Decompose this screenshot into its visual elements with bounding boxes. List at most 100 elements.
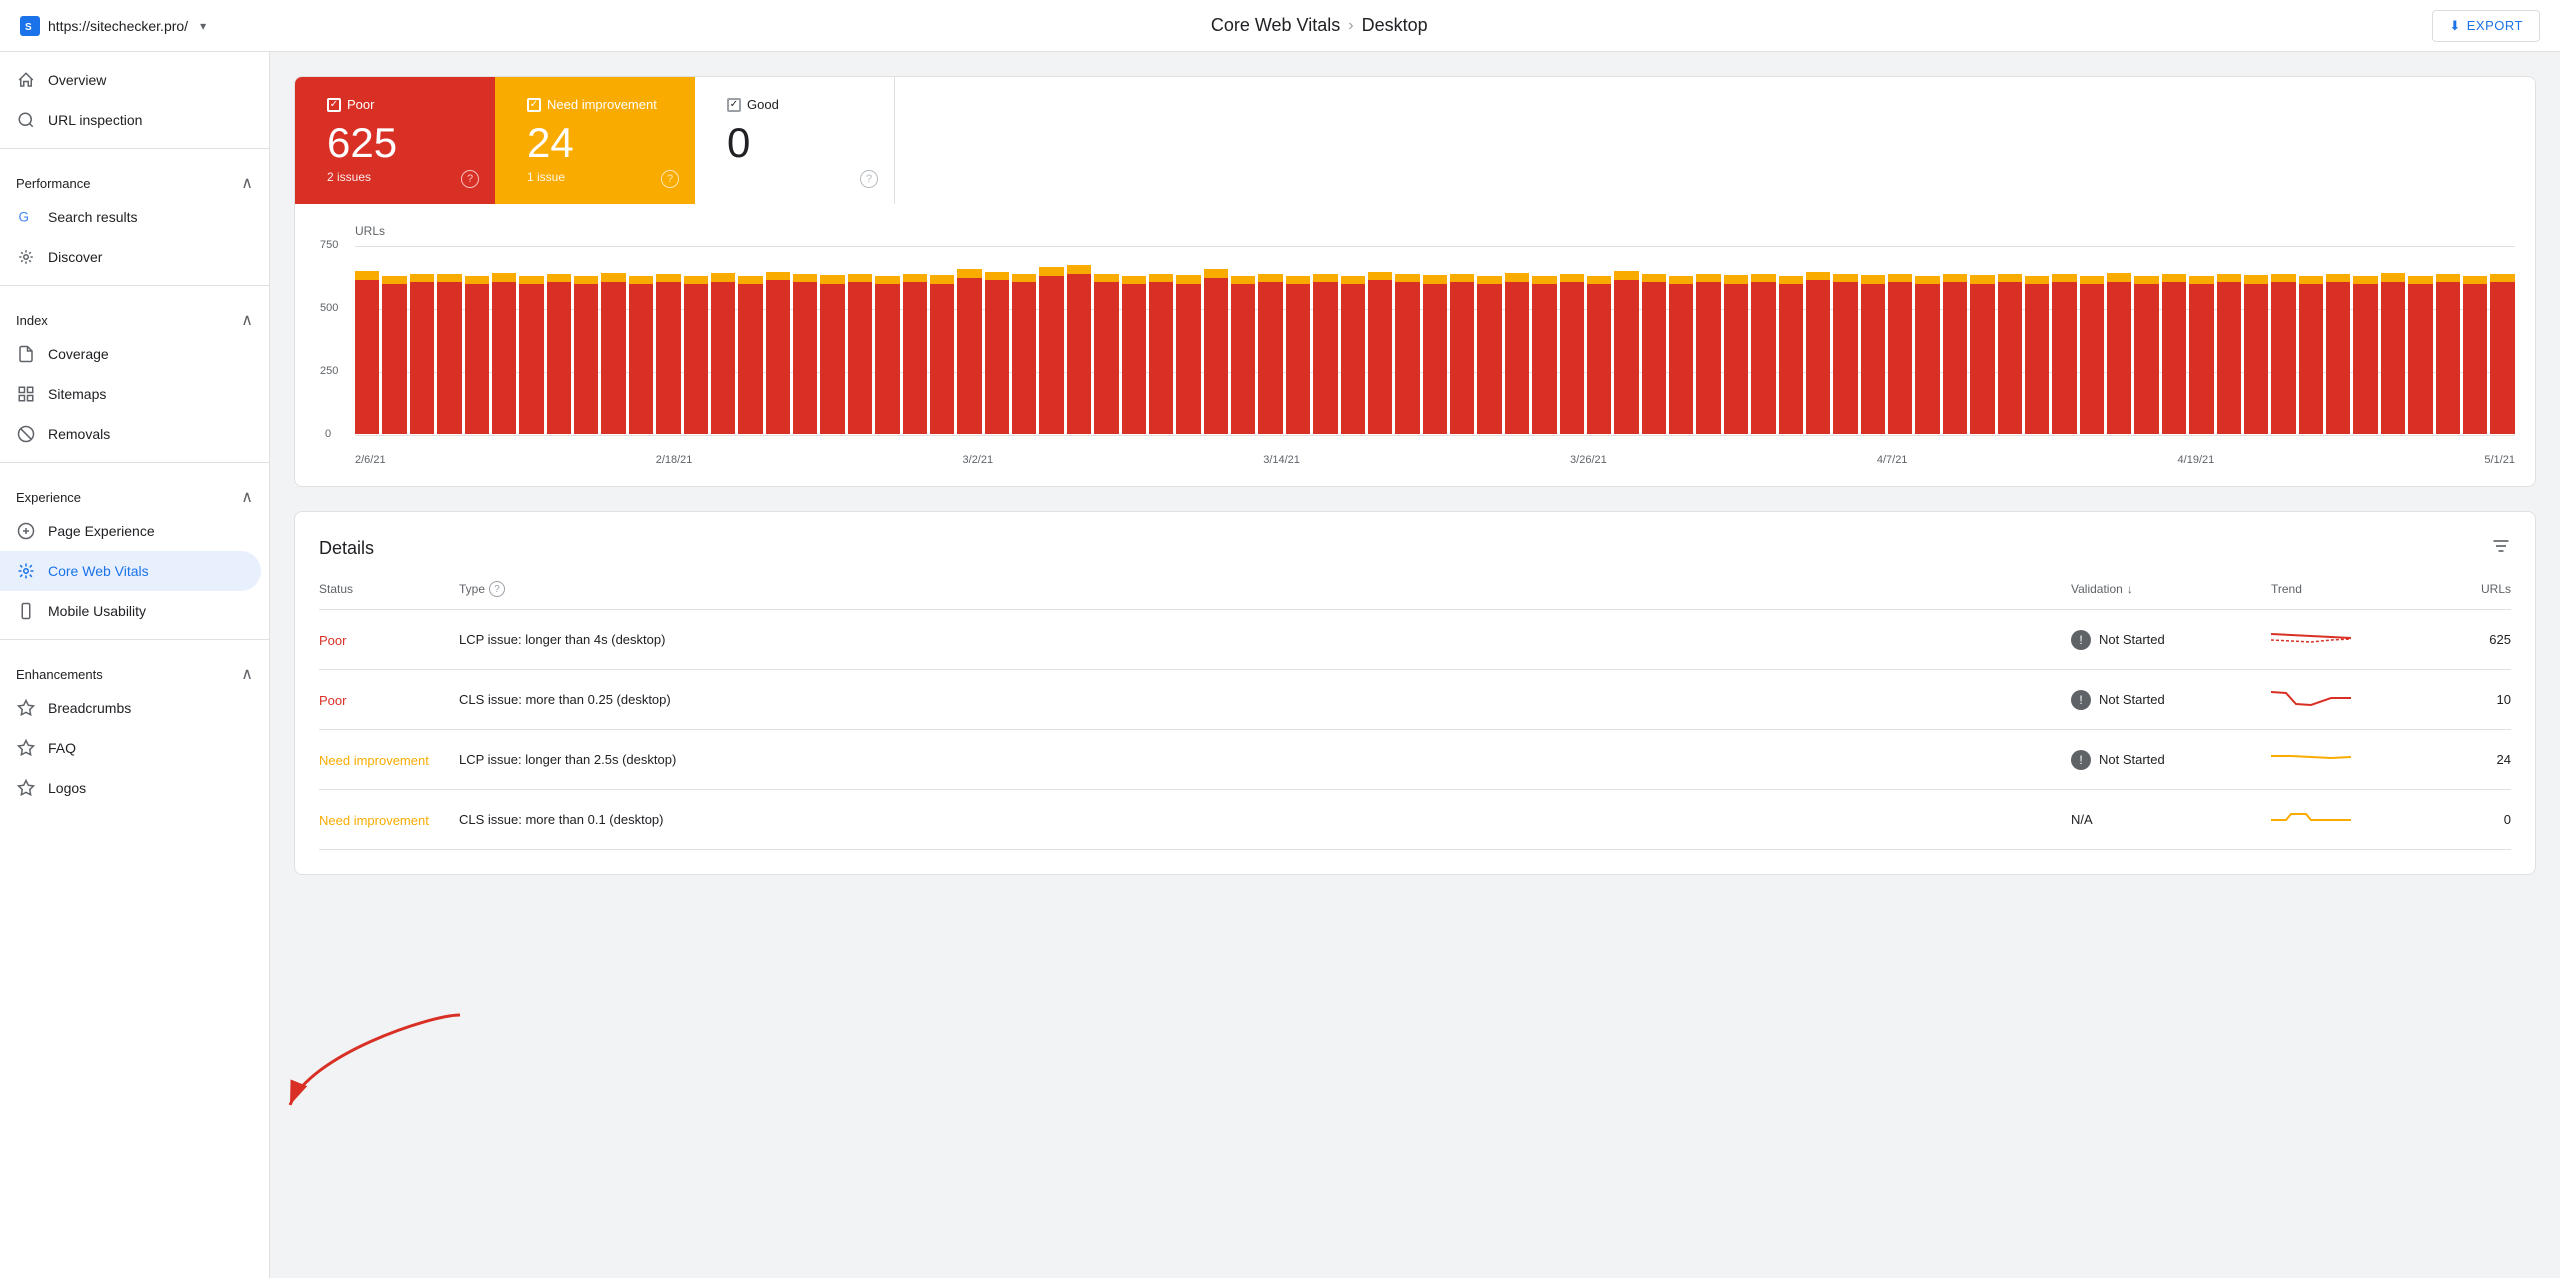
bar-need: [2244, 275, 2268, 284]
need-help-icon[interactable]: ?: [661, 170, 679, 188]
bar-group: [437, 246, 461, 434]
table-row: Poor CLS issue: more than 0.25 (desktop)…: [319, 670, 2511, 730]
bar-need: [1368, 272, 1392, 280]
bar-group: [656, 246, 680, 434]
bar-poor: [1395, 282, 1419, 434]
status-card-good[interactable]: Good 0 ?: [695, 77, 895, 204]
row-trend: [2271, 806, 2431, 833]
validation-sort-icon[interactable]: ↓: [2127, 582, 2133, 596]
breadcrumb-parent: Core Web Vitals: [1211, 15, 1340, 36]
bar-poor: [2299, 284, 2323, 434]
bar-poor: [1450, 282, 1474, 434]
bar-poor: [1560, 282, 1584, 434]
bar-need: [465, 276, 489, 284]
bar-need: [848, 274, 872, 282]
bar-need: [1587, 276, 1611, 284]
bar-group: [1833, 246, 1857, 434]
sidebar-item-breadcrumbs[interactable]: Breadcrumbs: [0, 688, 261, 728]
filter-icon[interactable]: [2491, 536, 2511, 561]
bar-need: [1176, 275, 1200, 284]
bar-poor: [547, 282, 571, 434]
y-label-750: 750: [320, 239, 338, 251]
bar-poor: [382, 284, 406, 434]
table-header: Status Type ? Validation ↓ Trend URLs: [319, 581, 2511, 610]
bar-poor: [1012, 282, 1036, 434]
status-card-need[interactable]: Need improvement 24 1 issue ?: [495, 77, 695, 204]
bar-group: [2217, 246, 2241, 434]
not-started-icon: !: [2071, 750, 2091, 770]
row-validation: ! Not Started: [2071, 690, 2271, 710]
performance-section[interactable]: Performance ∧: [0, 157, 269, 197]
sidebar-item-overview[interactable]: Overview: [0, 60, 261, 100]
bar-poor: [1149, 282, 1173, 434]
overview-label: Overview: [48, 72, 106, 88]
bar-poor: [2463, 284, 2487, 434]
bar-need: [930, 275, 954, 284]
good-label: Good: [727, 97, 862, 112]
bar-poor: [1970, 284, 1994, 434]
sidebar-item-faq[interactable]: FAQ: [0, 728, 261, 768]
poor-label: Poor: [327, 97, 463, 112]
export-label: EXPORT: [2467, 18, 2523, 33]
sidebar-item-sitemaps[interactable]: Sitemaps: [0, 374, 261, 414]
bar-group: [1888, 246, 1912, 434]
bar-need: [1450, 274, 1474, 282]
bar-need: [2299, 276, 2323, 284]
header-trend: Trend: [2271, 581, 2431, 597]
poor-help-icon[interactable]: ?: [461, 170, 479, 188]
sidebar-item-removals[interactable]: Removals: [0, 414, 261, 454]
bar-group: [1423, 246, 1447, 434]
bar-need: [1286, 276, 1310, 284]
site-url[interactable]: https://sitechecker.pro/: [48, 18, 188, 34]
bar-poor: [2408, 284, 2432, 434]
sidebar-item-url-inspection[interactable]: URL inspection: [0, 100, 261, 140]
need-issues: 1 issue: [527, 170, 663, 184]
core-web-vitals-icon: [16, 561, 36, 581]
experience-section[interactable]: Experience ∧: [0, 471, 269, 511]
chart-x-labels: 2/6/21 2/18/21 3/2/21 3/14/21 3/26/21 4/…: [355, 454, 2515, 466]
status-card-empty: [895, 77, 2535, 204]
bar-group: [1122, 246, 1146, 434]
bar-need: [2217, 274, 2241, 282]
bar-poor: [766, 280, 790, 434]
bar-poor: [2080, 284, 2104, 434]
bar-group: [820, 246, 844, 434]
table-row: Need improvement LCP issue: longer than …: [319, 730, 2511, 790]
bar-group: [1642, 246, 1666, 434]
performance-chevron: ∧: [241, 173, 253, 193]
bar-need: [1341, 276, 1365, 284]
bar-need: [1395, 274, 1419, 282]
sidebar-item-mobile-usability[interactable]: Mobile Usability: [0, 591, 261, 631]
site-dropdown-arrow[interactable]: ▾: [200, 19, 206, 33]
bar-group: [2299, 246, 2323, 434]
bar-poor: [1888, 282, 1912, 434]
bar-need: [738, 276, 762, 284]
sidebar-item-logos[interactable]: Logos: [0, 768, 261, 808]
type-help-icon[interactable]: ?: [489, 581, 505, 597]
bar-poor: [985, 280, 1009, 434]
bar-group: [793, 246, 817, 434]
sidebar-item-core-web-vitals[interactable]: Core Web Vitals: [0, 551, 261, 591]
sitemaps-icon: [16, 384, 36, 404]
bar-need: [1724, 275, 1748, 284]
bar-need: [820, 275, 844, 284]
bar-group: [1149, 246, 1173, 434]
enhancements-chevron: ∧: [241, 664, 253, 684]
enhancements-section[interactable]: Enhancements ∧: [0, 648, 269, 688]
sidebar-item-search-results[interactable]: G Search results: [0, 197, 261, 237]
removals-label: Removals: [48, 426, 110, 442]
good-help-icon[interactable]: ?: [860, 170, 878, 188]
sidebar-item-coverage[interactable]: Coverage: [0, 334, 261, 374]
export-button[interactable]: ⬇ EXPORT: [2432, 10, 2540, 42]
bar-need: [793, 274, 817, 282]
bar-group: [1176, 246, 1200, 434]
status-card-poor[interactable]: Poor 625 2 issues ?: [295, 77, 495, 204]
bar-poor: [1341, 284, 1365, 434]
bar-group: [711, 246, 735, 434]
sidebar-item-page-experience[interactable]: Page Experience: [0, 511, 261, 551]
index-section[interactable]: Index ∧: [0, 294, 269, 334]
bar-group: [2463, 246, 2487, 434]
sidebar-item-discover[interactable]: Discover: [0, 237, 261, 277]
bar-group: [1587, 246, 1611, 434]
bar-need: [1094, 274, 1118, 282]
